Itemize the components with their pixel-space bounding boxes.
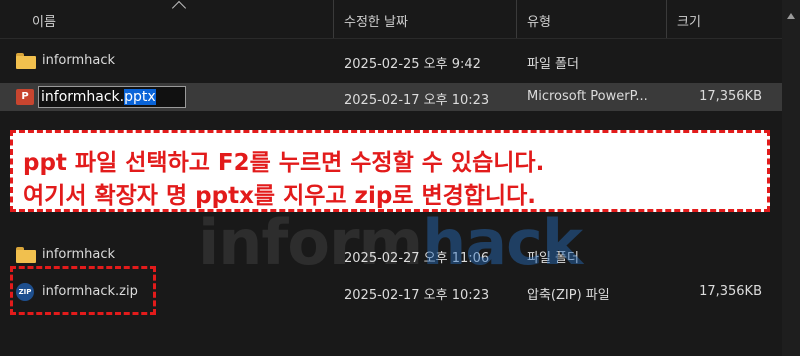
rename-extension-selected: pptx bbox=[124, 89, 156, 105]
column-name[interactable]: 이름 bbox=[32, 11, 56, 30]
file-size: 17,356KB bbox=[699, 89, 762, 104]
file-name: informhack bbox=[42, 53, 116, 68]
column-modified[interactable]: 수정한 날짜 bbox=[344, 11, 408, 30]
column-type[interactable]: 유형 bbox=[527, 11, 551, 30]
folder-icon bbox=[16, 247, 36, 263]
scroll-up-icon[interactable] bbox=[787, 13, 795, 19]
column-header: 이름 수정한 날짜 유형 크기 bbox=[0, 0, 800, 39]
callout-line-1: ppt 파일 선택하고 F2를 누르면 수정할 수 있습니다. bbox=[23, 150, 545, 176]
list-item[interactable]: informhack 2025-02-25 오후 9:42 파일 폴더 bbox=[0, 47, 782, 75]
scrollbar[interactable] bbox=[782, 190, 800, 356]
callout-line-2: 여기서 확장자 명 pptx를 지우고 zip로 변경합니다. bbox=[23, 183, 536, 209]
instruction-callout: ppt 파일 선택하고 F2를 누르면 수정할 수 있습니다. 여기서 확장자 … bbox=[10, 130, 770, 212]
list-item-selected[interactable]: P informhack.pptx 2025-02-17 오후 10:23 Mi… bbox=[0, 83, 782, 111]
file-type: 압축(ZIP) 파일 bbox=[527, 288, 610, 303]
file-size: 17,356KB bbox=[699, 284, 762, 299]
file-modified: 2025-02-17 오후 10:23 bbox=[344, 93, 490, 108]
file-type: Microsoft PowerP... bbox=[527, 89, 648, 104]
rename-input[interactable]: informhack.pptx bbox=[38, 86, 186, 108]
scrollbar[interactable] bbox=[782, 0, 800, 190]
sort-arrow-icon[interactable] bbox=[171, 0, 187, 16]
column-divider[interactable] bbox=[666, 0, 667, 38]
column-size[interactable]: 크기 bbox=[677, 11, 701, 30]
folder-icon bbox=[16, 53, 36, 69]
watermark-part1: inform bbox=[198, 206, 423, 279]
file-type: 파일 폴더 bbox=[527, 57, 579, 72]
watermark-logo: informhack bbox=[198, 206, 583, 279]
file-name: informhack bbox=[42, 247, 116, 262]
rename-base: informhack. bbox=[41, 89, 125, 105]
watermark-part2: hack bbox=[422, 206, 583, 279]
column-divider[interactable] bbox=[516, 0, 517, 38]
column-divider[interactable] bbox=[333, 0, 334, 38]
zip-highlight-box bbox=[10, 266, 156, 315]
file-modified: 2025-02-25 오후 9:42 bbox=[344, 57, 481, 72]
powerpoint-file-icon: P bbox=[16, 89, 34, 105]
file-modified: 2025-02-17 오후 10:23 bbox=[344, 288, 490, 303]
